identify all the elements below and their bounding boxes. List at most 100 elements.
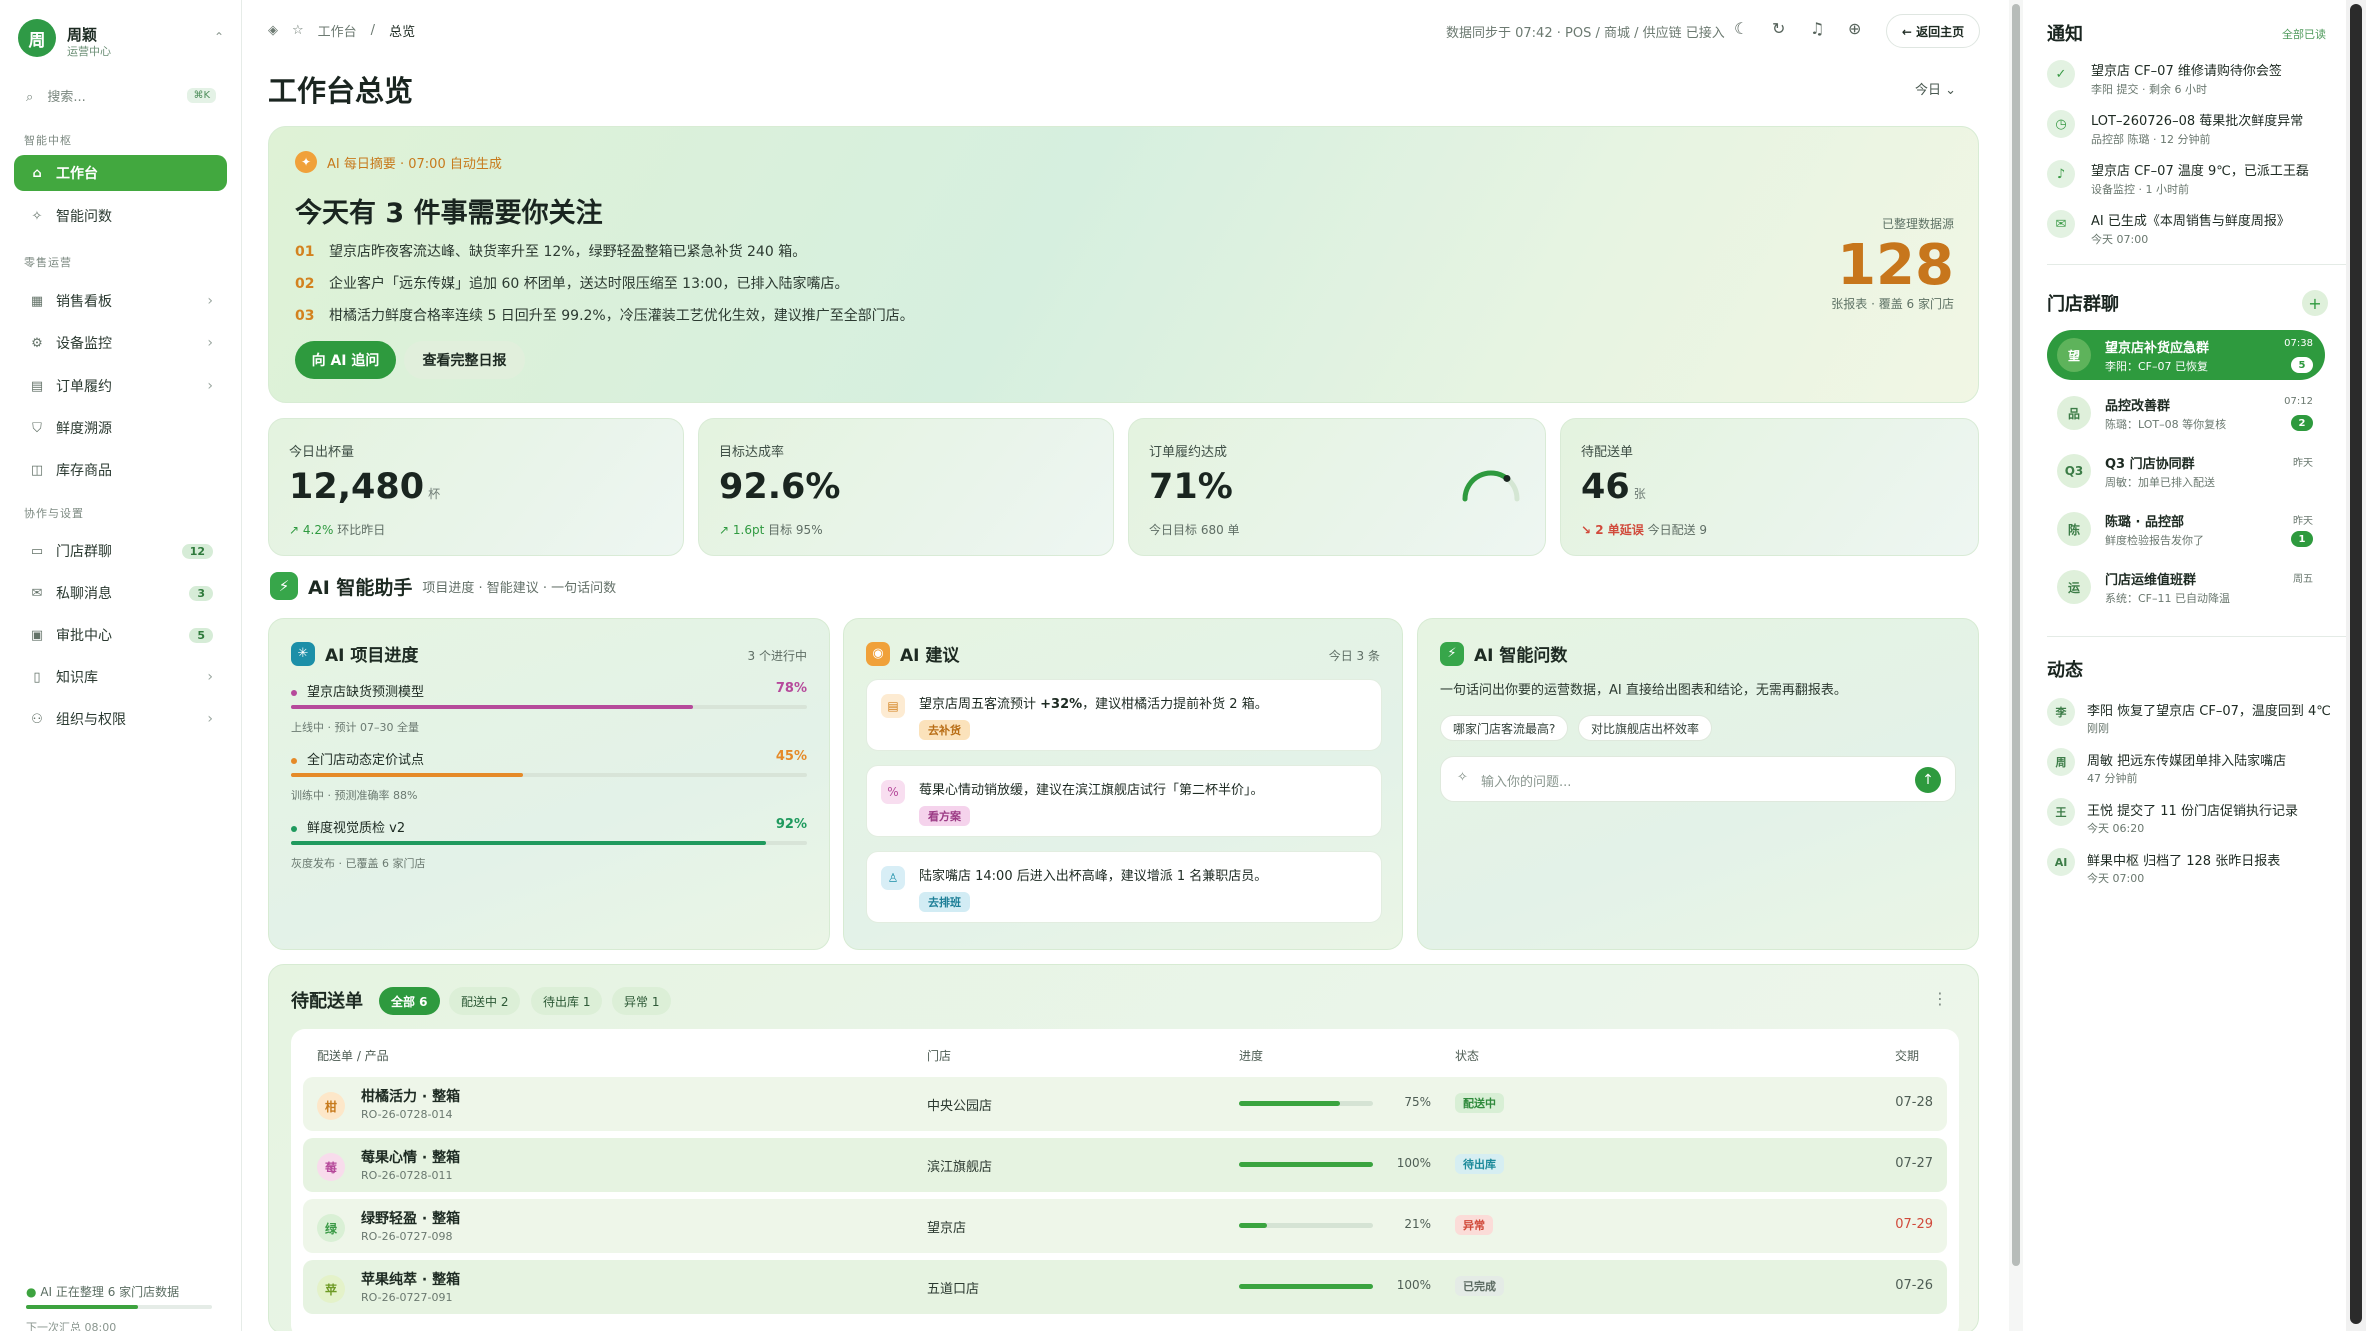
chat-item[interactable]: 运 门店运维值班群 系统：CF–11 已自动降温 周五: [2047, 562, 2325, 612]
activity-item[interactable]: AI 鲜果中枢 归档了 128 张昨日报表 今天 07:00: [2047, 848, 2337, 892]
chat-item[interactable]: 品 品控改善群 陈璐：LOT–08 等你复核 07:12 2: [2047, 388, 2325, 438]
chevron-updown-icon[interactable]: ⌃: [214, 30, 224, 44]
filter-exception[interactable]: 异常 1: [612, 987, 672, 1015]
col-progress: 进度: [1239, 1049, 1264, 1063]
ai-daily-summary: ✦ AI 每日摘要 · 07:00 自动生成 今天有 3 件事需要你关注 01 望…: [268, 126, 1979, 403]
nav-badge: 5: [189, 627, 213, 643]
order-id: RO-26-0728-014: [361, 1108, 453, 1121]
add-chat-button[interactable]: +: [2302, 290, 2328, 316]
project-progress-bar: [291, 705, 807, 709]
main-scrollbar[interactable]: [2009, 0, 2023, 1331]
unread-badge: 1: [2291, 531, 2313, 547]
chat-item[interactable]: Q3 Q3 门店协同群 周敏：加单已排入配送 昨天: [2047, 446, 2325, 496]
brand[interactable]: 周 周颖 运营中心 ⌃: [18, 19, 230, 59]
filter-waiting[interactable]: 待出库 1: [531, 987, 603, 1015]
activity-time: 今天 06:20: [2087, 822, 2145, 835]
sidebar-item[interactable]: ▯ 知识库 ›: [14, 659, 227, 695]
refresh-icon[interactable]: ↻: [1772, 19, 1785, 38]
activity-text: 王悦 提交了 11 份门店促销执行记录: [2087, 804, 2298, 819]
sidebar-item[interactable]: ⚇ 组织与权限 ›: [14, 701, 227, 737]
activity-item[interactable]: 周 周敏 把远东传媒团单排入陆家嘴店 47 分钟前: [2047, 748, 2337, 792]
view-daily-report-button[interactable]: 查看完整日报: [404, 341, 525, 379]
kpi-value: 92.6%: [719, 467, 841, 507]
sidebar-item[interactable]: ✧ 智能问数: [14, 198, 227, 234]
kpi-card-target[interactable]: 目标达成率 92.6% ↗ 1.6pt 目标 95%: [698, 418, 1114, 556]
chat-item[interactable]: 陈 陈璐 · 品控部 鲜度检验报告发你了 昨天 1: [2047, 504, 2325, 554]
filter-shipping[interactable]: 配送中 2: [449, 987, 521, 1015]
nav-badge: 3: [189, 585, 213, 601]
project-detail: 上线中 · 预计 07–30 全量: [291, 721, 419, 734]
sidebar-item[interactable]: ⚙ 设备监控 ›: [14, 325, 227, 361]
search-input[interactable]: ⌕ 搜索... ⌘K: [26, 86, 216, 108]
breadcrumb-root[interactable]: 工作台: [318, 21, 357, 40]
person-icon: ♙: [881, 866, 905, 890]
table-row[interactable]: 柑 柑橘活力 · 整箱 RO-26-0728-014 中央公园店 75% 配送中…: [303, 1077, 1947, 1131]
sidebar-item[interactable]: ▣ 审批中心 5: [14, 617, 227, 653]
sidebar-item[interactable]: ▦ 销售看板 ›: [14, 283, 227, 319]
activity-item[interactable]: 王 王悦 提交了 11 份门店促销执行记录 今天 06:20: [2047, 798, 2337, 842]
notification-item[interactable]: ✓ 望京店 CF–07 维修请购待你会签 李阳 提交 · 剩余 6 小时: [2047, 60, 2325, 106]
window-scrollbar[interactable]: [2346, 0, 2366, 1331]
layers-icon[interactable]: ◈: [268, 23, 278, 38]
project-percent: 92%: [775, 817, 807, 832]
chat-time: 07:12: [2284, 396, 2313, 407]
suggestion-text: 陆家嘴店 14:00 后进入出杯高峰，建议增派 1 名兼职店员。: [919, 869, 1268, 884]
project-detail: 训练中 · 预测准确率 88%: [291, 789, 418, 802]
more-vertical-icon[interactable]: ⋮: [1932, 989, 1948, 1008]
filter-all[interactable]: 全部 6: [379, 987, 440, 1015]
sidebar-item[interactable]: ⌂ 工作台: [14, 155, 227, 191]
mark-all-read-link[interactable]: 全部已读: [2282, 26, 2326, 42]
sidebar-item[interactable]: ◫ 库存商品: [14, 452, 227, 488]
qa-suggestion-chip[interactable]: 哪家门店客流最高?: [1440, 715, 1569, 741]
percent-icon: %: [881, 780, 905, 804]
breadcrumb-sep: /: [370, 23, 376, 38]
kpi-card-cups[interactable]: 今日出杯量 12,480 杯 ↗ 4.2% 环比昨日: [268, 418, 684, 556]
suggestion-action-button[interactable]: 去排班: [919, 892, 970, 912]
sidebar-item[interactable]: ▤ 订单履约 ›: [14, 368, 227, 404]
orders-title: 待配送单: [291, 991, 363, 1012]
activity-item[interactable]: 李 李阳 恢复了望京店 CF–07，温度回到 4℃ 刚刚: [2047, 698, 2337, 742]
table-row[interactable]: 绿 绿野轻盈 · 整箱 RO-26-0727-098 望京店 21% 异常 07…: [303, 1199, 1947, 1253]
qa-input[interactable]: ✧ 输入你的问题... ↑: [1440, 756, 1956, 802]
project-name: 全门店动态定价试点: [291, 749, 424, 768]
box-icon: ▤: [881, 694, 905, 718]
chevron-right-icon: ›: [207, 669, 213, 685]
notification-item[interactable]: ◷ LOT–260726–08 莓果批次鲜度异常 品控部 陈璐 · 12 分钟前: [2047, 110, 2325, 156]
star-icon[interactable]: ☆: [292, 23, 304, 38]
table-row[interactable]: 莓 莓果心情 · 整箱 RO-26-0728-011 滨江旗舰店 100% 待出…: [303, 1138, 1947, 1192]
moon-icon[interactable]: ☾: [1734, 19, 1748, 38]
notification-item[interactable]: ♪ 望京店 CF–07 温度 9℃，已派工王磊 设备监控 · 1 小时前: [2047, 160, 2325, 206]
notification-item[interactable]: ✉ AI 已生成《本周销售与鲜度周报》 今天 07:00: [2047, 210, 2325, 256]
right-panel: 通知 全部已读 ✓ 望京店 CF–07 维修请购待你会签 李阳 提交 · 剩余 …: [2023, 0, 2366, 1331]
notification-title: LOT–260726–08 莓果批次鲜度异常: [2091, 114, 2304, 129]
back-home-button[interactable]: ← 返回主页: [1886, 14, 1980, 48]
ask-ai-button[interactable]: 向 AI 追问: [295, 341, 396, 379]
avatar: AI: [2047, 848, 2075, 876]
data-source-sub: 张报表 · 覆盖 6 家门店: [1831, 297, 1954, 311]
globe-icon[interactable]: ⊕: [1848, 19, 1861, 38]
project-progress-bar: [291, 773, 807, 777]
sidebar-item[interactable]: ▭ 门店群聊 12: [14, 533, 227, 569]
chat-item[interactable]: 望 望京店补货应急群 李阳：CF–07 已恢复 07:38 5: [2047, 330, 2325, 380]
qa-suggestion-chip[interactable]: 对比旗舰店出杯效率: [1578, 715, 1713, 741]
sidebar-item[interactable]: ✉ 私聊消息 3: [14, 575, 227, 611]
activity-text: 李阳 恢复了望京店 CF–07，温度回到 4℃: [2087, 704, 2331, 719]
fulfillment-gauge: [1462, 470, 1520, 502]
kpi-card-fulfillment[interactable]: 订单履约达成 71% 今日目标 680 单: [1128, 418, 1546, 556]
suggestion-text: 莓果心情动销放缓，建议在滨江旗舰店试行「第二杯半价」。: [919, 783, 1264, 798]
sidebar-item[interactable]: ⛉ 鲜度溯源: [14, 410, 227, 446]
suggestion-item: ♙ 陆家嘴店 14:00 后进入出杯高峰，建议增派 1 名兼职店员。 去排班: [866, 851, 1382, 923]
avatar: 陈: [2057, 512, 2091, 546]
kpi-trend: ↗ 1.6pt 目标 95%: [719, 523, 823, 537]
activity-title: 动态: [2047, 660, 2083, 681]
section-label-smart: 智能中枢: [24, 134, 72, 147]
table-row[interactable]: 苹 苹果纯萃 · 整箱 RO-26-0727-091 五道口店 100% 已完成…: [303, 1260, 1947, 1314]
bell-icon[interactable]: ♫: [1810, 19, 1824, 38]
suggestion-action-button[interactable]: 去补货: [919, 720, 970, 740]
kpi-card-pending[interactable]: 待配送单 46 张 ↘ 2 单延误 今日配送 9: [1560, 418, 1979, 556]
suggestion-action-button[interactable]: 看方案: [919, 806, 970, 826]
date-range-select[interactable]: 今日 ⌄: [1915, 79, 1956, 98]
bolt-icon: ⚡: [270, 572, 298, 600]
unread-badge: 2: [2291, 415, 2313, 431]
send-icon[interactable]: ↑: [1915, 767, 1941, 793]
